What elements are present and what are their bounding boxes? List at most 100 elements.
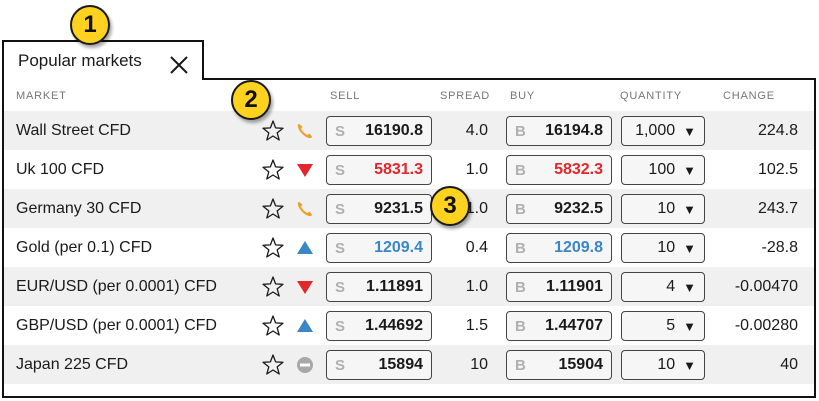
buy-letter: B <box>515 239 526 257</box>
spread-value: 1.0 <box>465 160 488 178</box>
callout-badge-1: 1 <box>70 5 110 45</box>
buy-button[interactable]: B 1209.8 <box>506 233 612 263</box>
sell-price: 9231.5 <box>374 200 423 217</box>
header-change: CHANGE <box>723 90 775 102</box>
tab-popular-markets[interactable]: Popular markets <box>2 40 204 80</box>
up-arrow-icon <box>294 228 316 267</box>
down-arrow-icon <box>294 267 316 306</box>
quantity-select[interactable]: 5 ▼ <box>621 311 705 341</box>
quantity-value: 10 <box>657 239 676 256</box>
buy-letter: B <box>515 278 526 296</box>
buy-price: 1.44707 <box>545 317 603 334</box>
phone-icon <box>294 111 316 150</box>
tab-title: Popular markets <box>18 51 142 70</box>
buy-button[interactable]: B 1.11901 <box>506 272 612 302</box>
quantity-select[interactable]: 10 ▼ <box>621 350 705 380</box>
quantity-select[interactable]: 10 ▼ <box>621 194 705 224</box>
sell-button[interactable]: S 1209.4 <box>326 233 432 263</box>
buy-price: 16194.8 <box>545 122 603 139</box>
buy-price: 5832.3 <box>554 161 603 178</box>
header-spread: SPREAD <box>440 90 491 102</box>
market-name[interactable]: GBP/USD (per 0.0001) CFD <box>16 306 217 345</box>
down-arrow-icon <box>294 150 316 189</box>
change-value: -28.8 <box>761 238 798 256</box>
buy-price: 15904 <box>558 356 604 373</box>
quantity-value: 10 <box>657 356 676 373</box>
buy-letter: B <box>515 317 526 335</box>
change-value: -0.00470 <box>734 277 798 295</box>
star-icon[interactable] <box>260 111 286 150</box>
change-value: 243.7 <box>757 199 798 217</box>
change-value: 40 <box>780 355 798 373</box>
phone-icon <box>294 189 316 228</box>
sell-button[interactable]: S 15894 <box>326 350 432 380</box>
market-name[interactable]: Wall Street CFD <box>16 111 131 150</box>
buy-price: 1209.8 <box>554 239 603 256</box>
caret-down-icon: ▼ <box>683 123 696 139</box>
market-name[interactable]: Germany 30 CFD <box>16 189 141 228</box>
caret-down-icon: ▼ <box>683 318 696 334</box>
buy-price: 9232.5 <box>554 200 603 217</box>
star-icon[interactable] <box>260 267 286 306</box>
spread-value: 10 <box>470 355 488 373</box>
sell-price: 5831.3 <box>374 161 423 178</box>
buy-letter: B <box>515 122 526 140</box>
change-value: 224.8 <box>757 121 798 139</box>
star-icon[interactable] <box>260 189 286 228</box>
quantity-select[interactable]: 4 ▼ <box>621 272 705 302</box>
sell-button[interactable]: S 16190.8 <box>326 116 432 146</box>
buy-button[interactable]: B 16194.8 <box>506 116 612 146</box>
buy-button[interactable]: B 15904 <box>506 350 612 380</box>
quantity-value: 100 <box>648 161 676 178</box>
quantity-select[interactable]: 1,000 ▼ <box>621 116 705 146</box>
quantity-select[interactable]: 10 ▼ <box>621 233 705 263</box>
sell-price: 1.11891 <box>366 278 423 295</box>
star-icon[interactable] <box>260 345 286 384</box>
caret-down-icon: ▼ <box>683 240 696 256</box>
sell-button[interactable]: S 1.11891 <box>326 272 432 302</box>
buy-letter: B <box>515 356 526 374</box>
buy-price: 1.11901 <box>546 278 603 295</box>
quantity-value: 10 <box>657 200 676 217</box>
header-buy: BUY <box>510 90 536 102</box>
up-arrow-icon <box>294 306 316 345</box>
sell-letter: S <box>335 122 346 140</box>
callout-badge-3: 3 <box>430 186 470 226</box>
buy-button[interactable]: B 9232.5 <box>506 194 612 224</box>
quantity-select[interactable]: 100 ▼ <box>621 155 705 185</box>
spread-value: 1.5 <box>465 316 488 334</box>
star-icon[interactable] <box>260 306 286 345</box>
table-row: Germany 30 CFD S 9231.5 1.0 B 9232.5 10 ▼ 243.7 <box>4 189 814 228</box>
buy-letter: B <box>515 161 526 179</box>
table-row: EUR/USD (per 0.0001) CFD S 1.11891 1.0 B 1.11… <box>4 267 814 306</box>
spread-value: 4.0 <box>465 121 488 139</box>
market-name[interactable]: Uk 100 CFD <box>16 150 104 189</box>
table-row: Uk 100 CFD S 5831.3 1.0 B 5832.3 100 ▼ 102.5 <box>4 150 814 189</box>
sell-button[interactable]: S 5831.3 <box>326 155 432 185</box>
star-icon[interactable] <box>260 150 286 189</box>
market-name[interactable]: Japan 225 CFD <box>16 345 128 384</box>
sell-letter: S <box>335 161 346 179</box>
spread-value: 0.4 <box>465 238 488 256</box>
header-market: MARKET <box>16 90 67 102</box>
header-quantity: QUANTITY <box>620 90 683 102</box>
change-value: 102.5 <box>757 160 798 178</box>
sell-button[interactable]: S 9231.5 <box>326 194 432 224</box>
sell-price: 1.44692 <box>365 317 423 334</box>
table-row: Gold (per 0.1) CFD S 1209.4 0.4 B 1209.8 10 ▼ -2… <box>4 228 814 267</box>
market-name[interactable]: Gold (per 0.1) CFD <box>16 228 152 267</box>
table-row: Wall Street CFD S 16190.8 4.0 B 16194.8 1,000 ▼… <box>4 111 814 150</box>
star-icon[interactable] <box>260 228 286 267</box>
close-icon[interactable] <box>168 54 190 76</box>
sell-button[interactable]: S 1.44692 <box>326 311 432 341</box>
callout-badge-2: 2 <box>231 80 271 120</box>
quantity-value: 5 <box>666 317 676 334</box>
caret-down-icon: ▼ <box>683 162 696 178</box>
panel-top-border <box>202 78 816 80</box>
buy-button[interactable]: B 5832.3 <box>506 155 612 185</box>
sell-price: 1209.4 <box>374 239 423 256</box>
market-name[interactable]: EUR/USD (per 0.0001) CFD <box>16 267 217 306</box>
buy-button[interactable]: B 1.44707 <box>506 311 612 341</box>
caret-down-icon: ▼ <box>683 279 696 295</box>
spread-value: 1.0 <box>465 277 488 295</box>
